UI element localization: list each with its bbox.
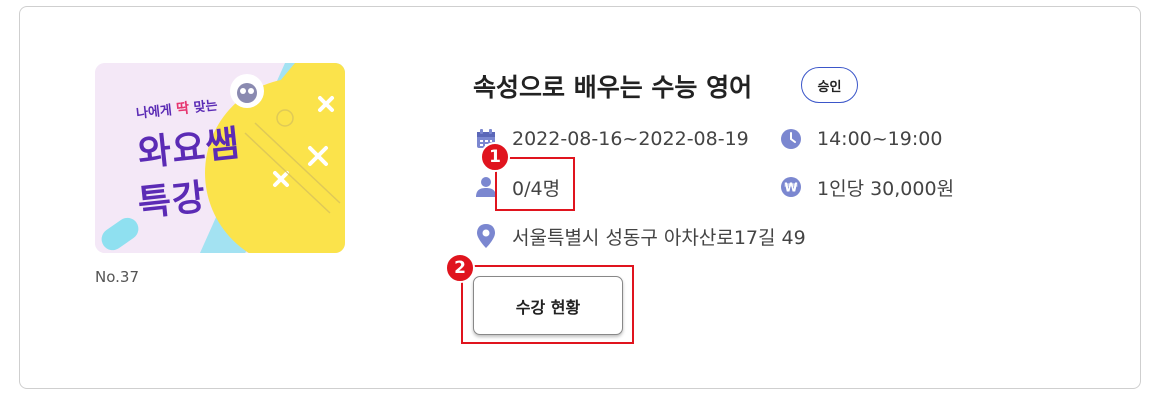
won-coin-icon: ₩ <box>780 176 802 198</box>
thumbnail-title-line-1: 와요쌤 <box>135 123 243 175</box>
location-address: 서울특별시 성동구 아차산로17길 49 <box>512 226 806 249</box>
person-icon <box>475 176 497 198</box>
course-thumbnail[interactable]: 나에게 딱 맞는 와요쌤 특강 <box>95 63 345 253</box>
price-row: ₩ 1인당 30,000원 <box>780 174 954 200</box>
price-per-person: 1인당 30,000원 <box>817 177 955 200</box>
time-range: 14:00~19:00 <box>817 128 943 150</box>
status-badge: 승인 <box>801 67 858 103</box>
clock-icon <box>780 128 802 150</box>
map-pin-icon <box>475 224 497 248</box>
course-title: 속성으로 배우는 수능 영어 <box>473 73 753 102</box>
svg-text:₩: ₩ <box>784 181 798 195</box>
location-row: 서울특별시 성동구 아차산로17길 49 <box>475 223 806 249</box>
time-row: 14:00~19:00 <box>780 126 942 152</box>
date-row: 2022-08-16~2022-08-19 <box>475 126 749 152</box>
date-range: 2022-08-16~2022-08-19 <box>512 128 749 150</box>
thumbnail-title-line-2: 특강 <box>135 176 209 225</box>
annotation-marker-2: 2 <box>445 253 475 283</box>
course-number: No.37 <box>95 268 139 286</box>
annotation-marker-1: 1 <box>480 142 510 172</box>
enrollment-status-button[interactable]: 수강 현황 <box>473 276 623 335</box>
